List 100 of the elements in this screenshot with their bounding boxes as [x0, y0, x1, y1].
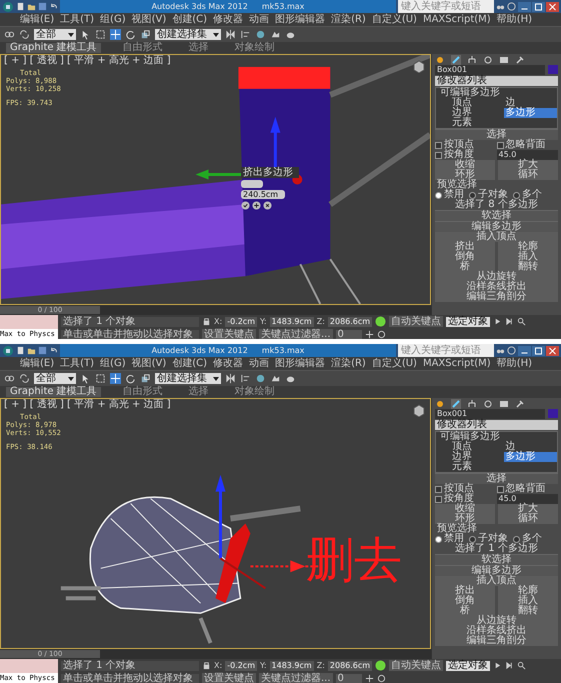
- menu-item[interactable]: MAXScript(M): [422, 14, 491, 24]
- rollout-header[interactable]: 选择: [435, 473, 558, 484]
- help-icon[interactable]: [507, 2, 516, 11]
- link-icon[interactable]: [4, 29, 15, 40]
- scale-icon[interactable]: [140, 29, 151, 40]
- next-frame-icon[interactable]: [505, 317, 514, 326]
- checkbox[interactable]: [435, 496, 442, 502]
- sub-object-item[interactable]: 顶点: [450, 98, 504, 108]
- menu-item[interactable]: 帮助(H): [496, 14, 532, 24]
- coordinate-field[interactable]: 1483.9cm: [270, 316, 314, 326]
- menu-item[interactable]: 编辑(E): [20, 14, 54, 24]
- menu-item[interactable]: MAXScript(M): [422, 358, 491, 368]
- sub-object-item[interactable]: 元素: [450, 462, 504, 472]
- minimize-icon[interactable]: [518, 346, 531, 356]
- link-icon[interactable]: [4, 373, 15, 384]
- caddy-value-field[interactable]: 240.5cm: [241, 190, 285, 199]
- panel-button[interactable]: 环形: [435, 170, 495, 180]
- panel-button[interactable]: 编辑三角剖分: [435, 636, 558, 646]
- radio-button[interactable]: [469, 536, 476, 542]
- ok-icon[interactable]: [241, 201, 250, 210]
- ribbon-tab[interactable]: 自由形式: [118, 43, 167, 53]
- logo-icon[interactable]: [2, 0, 14, 12]
- panel-button[interactable]: 挤出: [435, 586, 495, 596]
- rectangle-select-icon[interactable]: [95, 29, 106, 40]
- checkbox[interactable]: [435, 486, 442, 492]
- hierarchy-icon[interactable]: [467, 398, 477, 408]
- checkbox[interactable]: [435, 142, 442, 148]
- ribbon-tab[interactable]: Graphite 建模工具: [6, 387, 101, 397]
- open-folder-icon[interactable]: [27, 2, 36, 11]
- undo-icon[interactable]: [49, 346, 58, 355]
- pan-icon[interactable]: [364, 330, 374, 339]
- zoom-icon[interactable]: [517, 317, 526, 326]
- sub-object-item[interactable]: 多边形: [504, 108, 557, 118]
- sub-object-item[interactable]: 边界: [450, 452, 504, 462]
- set-key-button[interactable]: 设置关键点: [202, 329, 256, 339]
- selection-set-dropdown[interactable]: 创建选择集: [155, 373, 221, 384]
- new-file-icon[interactable]: [16, 346, 25, 355]
- orbit-icon[interactable]: [376, 330, 386, 339]
- checkbox[interactable]: [496, 142, 504, 148]
- select-icon[interactable]: [80, 29, 91, 40]
- menu-item[interactable]: 动画: [249, 14, 270, 24]
- render-icon[interactable]: [270, 373, 281, 384]
- mirror-icon[interactable]: [225, 29, 236, 40]
- maximize-icon[interactable]: [532, 346, 545, 356]
- checkbox[interactable]: [496, 486, 504, 492]
- menu-item[interactable]: 创建(C): [172, 358, 208, 368]
- object-name-field[interactable]: Box001: [435, 65, 545, 75]
- modifier-list-dropdown[interactable]: 修改器列表: [435, 76, 558, 86]
- panel-button[interactable]: 插入顶点: [435, 232, 558, 242]
- sub-object-item[interactable]: 边: [504, 98, 557, 108]
- set-key-button[interactable]: 设置关键点: [202, 673, 256, 683]
- move-icon[interactable]: [110, 373, 121, 384]
- radio-button[interactable]: [469, 192, 476, 198]
- menu-item[interactable]: 动画: [249, 358, 270, 368]
- object-name-field[interactable]: Box001: [435, 409, 545, 419]
- motion-icon[interactable]: [483, 54, 493, 64]
- menu-item[interactable]: 组(G): [100, 358, 126, 368]
- panel-button[interactable]: 收缩: [435, 160, 495, 170]
- panel-button[interactable]: 扩大: [498, 504, 558, 514]
- modify-icon[interactable]: [451, 54, 461, 64]
- unlink-icon[interactable]: [19, 373, 30, 384]
- angle-spinner[interactable]: 45.0: [496, 150, 558, 160]
- checkbox[interactable]: [435, 152, 442, 158]
- panel-button[interactable]: 循环: [498, 170, 558, 180]
- sun-icon[interactable]: [435, 398, 445, 408]
- material-editor-icon[interactable]: [255, 29, 266, 40]
- next-frame-icon[interactable]: [505, 661, 514, 670]
- coordinate-field[interactable]: -0.2cm: [225, 660, 257, 670]
- rollout-header[interactable]: 编辑多边形: [435, 221, 558, 232]
- help-icon[interactable]: [507, 346, 516, 355]
- sub-object-item[interactable]: 边: [504, 442, 557, 452]
- stack-item[interactable]: 可编辑多边形: [436, 432, 557, 442]
- unlink-icon[interactable]: [19, 29, 30, 40]
- rollout-header[interactable]: 软选择: [435, 210, 558, 221]
- menu-item[interactable]: 图形编辑器: [275, 358, 326, 368]
- align-icon[interactable]: [240, 29, 251, 40]
- ribbon-tab[interactable]: 对象绘制: [230, 387, 279, 397]
- play-icon[interactable]: [493, 317, 502, 326]
- menu-item[interactable]: 编辑(E): [20, 358, 54, 368]
- maximize-icon[interactable]: [532, 2, 545, 12]
- sun-icon[interactable]: [435, 54, 445, 64]
- key-mode-dropdown[interactable]: 选定对象: [446, 660, 490, 670]
- panel-button[interactable]: 插入顶点: [435, 576, 558, 586]
- panel-button[interactable]: 倒角: [435, 252, 495, 262]
- coordinate-field[interactable]: 1483.9cm: [270, 660, 314, 670]
- rotate-icon[interactable]: [125, 29, 136, 40]
- panel-button[interactable]: 插入: [498, 252, 558, 262]
- rollout-header[interactable]: 选择: [435, 129, 558, 140]
- ribbon-tab[interactable]: Graphite 建模工具: [6, 43, 101, 53]
- panel-button[interactable]: 轮廓: [498, 586, 558, 596]
- ribbon-tab[interactable]: 自由形式: [118, 387, 167, 397]
- menu-item[interactable]: 视图(V): [132, 358, 166, 368]
- panel-button[interactable]: 沿样条线挤出: [435, 626, 558, 636]
- menu-item[interactable]: 自定义(U): [372, 14, 417, 24]
- move-icon[interactable]: [110, 29, 121, 40]
- frame-field[interactable]: 0: [336, 674, 362, 683]
- menu-item[interactable]: 创建(C): [172, 14, 208, 24]
- sub-object-item[interactable]: 边界: [450, 108, 504, 118]
- coordinate-field[interactable]: 2086.6cm: [328, 660, 372, 670]
- panel-button[interactable]: 沿样条线挤出: [435, 282, 558, 292]
